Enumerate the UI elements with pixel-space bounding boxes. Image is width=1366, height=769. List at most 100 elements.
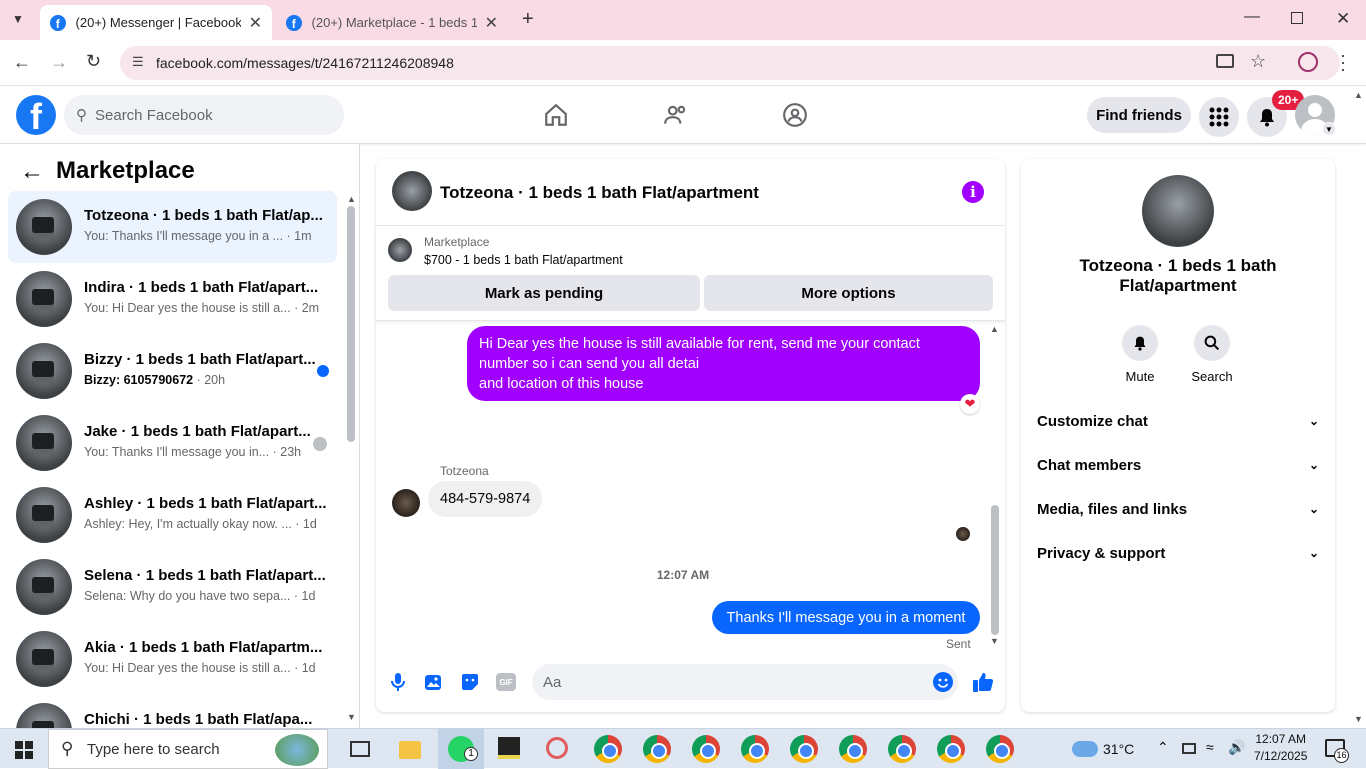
media-files-links-section[interactable]: Media, files and links ⌄ <box>1037 487 1319 531</box>
page-scroll-down-icon[interactable]: ▼ <box>1354 714 1363 724</box>
home-icon[interactable] <box>539 98 573 132</box>
battery-icon[interactable] <box>1182 743 1196 754</box>
photo-icon[interactable] <box>423 671 445 693</box>
chevron-down-icon: ⌄ <box>1308 458 1319 472</box>
outgoing-message[interactable]: Thanks I'll message you in a moment <box>712 601 980 634</box>
bookmark-star-icon[interactable]: ☆ <box>1250 51 1266 72</box>
chat-title[interactable]: Totzeona · 1 beds 1 bath Flat/apartment <box>440 183 759 203</box>
file-explorer-icon[interactable] <box>399 741 421 759</box>
wifi-icon[interactable]: ≈ <box>1206 739 1214 755</box>
system-clock[interactable]: 12:07 AM 7/12/2025 <box>1254 731 1307 765</box>
tab-marketplace[interactable]: f (20+) Marketplace - 1 beds 1 bath ✕ <box>276 5 508 40</box>
customize-chat-section[interactable]: Customize chat ⌄ <box>1037 399 1319 443</box>
chrome-icon[interactable] <box>643 735 671 763</box>
back-arrow-icon[interactable]: ← <box>20 158 44 186</box>
minimize-icon[interactable]: — <box>1244 8 1260 26</box>
emoji-icon[interactable] <box>932 671 954 693</box>
friends-icon[interactable] <box>659 98 693 132</box>
seen-avatar-icon <box>956 527 970 541</box>
microphone-icon[interactable] <box>387 671 409 693</box>
listing-thumbnail <box>16 559 72 615</box>
sticker-icon[interactable] <box>459 671 481 693</box>
more-options-button[interactable]: More options <box>704 275 993 311</box>
search-input[interactable]: ⚲ Search Facebook <box>64 95 344 135</box>
scroll-up-arrow-icon[interactable]: ▲ <box>990 324 999 334</box>
chrome-icon[interactable] <box>986 735 1014 763</box>
taskbar-search-input[interactable]: ⚲ Type here to search <box>48 729 328 769</box>
task-view-icon[interactable] <box>350 741 370 757</box>
page-scroll-up-icon[interactable]: ▲ <box>1354 90 1363 100</box>
tab-messenger[interactable]: f (20+) Messenger | Facebook ✕ <box>40 5 272 40</box>
restore-icon[interactable] <box>1291 12 1303 24</box>
volume-icon[interactable]: 🔊 <box>1228 739 1245 756</box>
close-tab-icon[interactable]: ✕ <box>485 13 498 33</box>
privacy-support-section[interactable]: Privacy & support ⌄ <box>1037 531 1319 575</box>
chrome-icon[interactable] <box>594 735 622 763</box>
browser-menu-icon[interactable]: · · · <box>1340 46 1346 78</box>
chrome-icon[interactable] <box>692 735 720 763</box>
windows-start-icon[interactable] <box>15 741 33 764</box>
chat-avatar[interactable] <box>392 171 432 211</box>
listing-thumbnail[interactable] <box>388 238 412 262</box>
scroll-up-arrow-icon[interactable]: ▲ <box>347 194 356 204</box>
weather-cloud-icon[interactable] <box>1072 741 1098 757</box>
conversation-item[interactable]: Totzeona · 1 beds 1 bath Flat/ap... You:… <box>8 191 337 263</box>
chrome-icon[interactable] <box>839 735 867 763</box>
clock-date: 7/12/2025 <box>1254 749 1308 763</box>
url-field[interactable]: ☰ facebook.com/messages/t/24167211246208… <box>120 46 1340 80</box>
profile-icon[interactable] <box>1298 52 1318 72</box>
listing-price[interactable]: $700 - 1 beds 1 bath Flat/apartment <box>424 253 623 267</box>
chrome-icon[interactable] <box>937 735 965 763</box>
section-label: Chat members <box>1037 456 1142 474</box>
scroll-down-arrow-icon[interactable]: ▼ <box>990 636 999 646</box>
tab-list-chevron-icon[interactable]: ▼ <box>12 12 24 26</box>
mute-button[interactable]: Mute <box>1110 325 1170 384</box>
site-info-icon[interactable]: ☰ <box>132 54 144 70</box>
info-icon[interactable]: i <box>962 181 984 203</box>
conversation-name: Akia · 1 beds 1 bath Flat/apartm... <box>84 639 323 656</box>
install-app-icon[interactable] <box>1216 54 1234 68</box>
close-tab-icon[interactable]: ✕ <box>249 13 262 33</box>
chrome-icon[interactable] <box>741 735 769 763</box>
chrome-icon[interactable] <box>888 735 916 763</box>
new-tab-icon[interactable]: + <box>522 8 534 31</box>
reload-icon[interactable]: ↻ <box>86 51 101 72</box>
conversation-item[interactable]: Selena · 1 beds 1 bath Flat/apart... Sel… <box>8 551 337 623</box>
conversation-item[interactable]: Ashley · 1 beds 1 bath Flat/apart... Ash… <box>8 479 337 551</box>
whatsapp-icon[interactable]: 1 <box>438 729 484 769</box>
chat-scrollbar[interactable] <box>991 505 999 635</box>
conversation-item[interactable]: Indira · 1 beds 1 bath Flat/apart... You… <box>8 263 337 335</box>
sidebar-scrollbar[interactable] <box>347 206 355 442</box>
mark-as-pending-button[interactable]: Mark as pending <box>388 275 700 311</box>
search-button[interactable]: Search <box>1182 325 1242 384</box>
conversation-item[interactable]: Jake · 1 beds 1 bath Flat/apart... You: … <box>8 407 337 479</box>
find-friends-button[interactable]: Find friends <box>1087 97 1191 133</box>
conversation-item[interactable]: Chichi · 1 beds 1 bath Flat/apa... <box>8 695 337 728</box>
incoming-message[interactable]: 484-579-9874 <box>428 481 543 517</box>
scroll-down-arrow-icon[interactable]: ▼ <box>347 712 356 722</box>
message-input[interactable]: Aa <box>532 664 958 700</box>
chat-members-section[interactable]: Chat members ⌄ <box>1037 443 1319 487</box>
thumbs-up-icon[interactable] <box>972 671 994 693</box>
outgoing-message[interactable]: Hi Dear yes the house is still available… <box>467 326 980 401</box>
conversation-preview: You: Hi Dear yes the house is still a...… <box>84 301 320 315</box>
menu-grid-icon[interactable] <box>1199 97 1239 137</box>
listing-avatar[interactable] <box>1142 175 1214 247</box>
groups-icon[interactable] <box>778 98 812 132</box>
back-icon[interactable]: ← <box>13 52 31 73</box>
show-hidden-icons-icon[interactable]: ⌃ <box>1157 739 1169 756</box>
conversation-name: Indira · 1 beds 1 bath Flat/apart... <box>84 279 319 296</box>
snipping-tool-icon[interactable] <box>546 737 568 759</box>
facebook-logo-icon[interactable]: f <box>16 95 56 135</box>
close-window-icon[interactable]: ✕ <box>1336 9 1350 29</box>
account-chevron-icon[interactable]: ▼ <box>1322 122 1336 136</box>
sender-avatar[interactable] <box>392 489 420 517</box>
temperature[interactable]: 31°C <box>1103 741 1134 757</box>
forward-icon[interactable]: → <box>50 52 68 73</box>
conversation-item[interactable]: Akia · 1 beds 1 bath Flat/apartm... You:… <box>8 623 337 695</box>
gif-icon[interactable]: GIF <box>495 671 517 693</box>
heart-reaction-icon[interactable]: ❤ <box>960 394 980 414</box>
conversation-item[interactable]: Bizzy · 1 beds 1 bath Flat/apart... Bizz… <box>8 335 337 407</box>
sticky-notes-icon[interactable] <box>498 737 520 759</box>
chrome-icon[interactable] <box>790 735 818 763</box>
